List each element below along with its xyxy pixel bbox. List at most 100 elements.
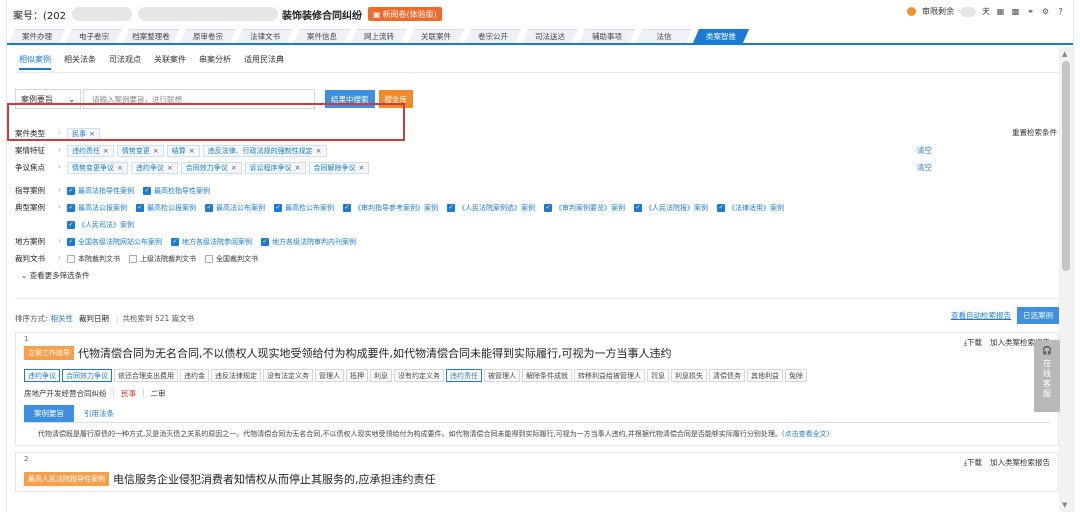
checkbox-option[interactable]: ✓ 最高检指导性案例 [143,186,210,196]
tab-original-dossier[interactable]: 原审卷宗 [180,29,236,43]
checkbox-option[interactable]: 本院裁判文书 [67,254,120,264]
filter-chip[interactable]: 结算 × [166,144,200,157]
checkbox-option[interactable]: ✓ 地方各级法院参阅案例 [171,237,252,247]
close-icon[interactable]: × [153,147,159,155]
close-icon[interactable]: × [167,164,173,172]
tab-case-summary[interactable]: 案例要旨 [24,405,74,422]
tag-item[interactable]: 违约金 [180,369,209,382]
close-icon[interactable]: × [295,164,301,172]
tab-judicial-delivery[interactable]: 司法送达 [522,29,578,43]
view-full-link[interactable]: (点击查看全文) [782,430,829,438]
filter-chip[interactable]: 合同解除争议 × [308,161,370,174]
checkbox-option[interactable]: ✓ 《审判指导参考案例》案例 [343,203,438,213]
clear-features-link[interactable]: 清空 [917,145,932,156]
close-icon[interactable]: × [117,164,123,172]
tab-auxiliary[interactable]: 辅助事项 [579,29,635,43]
close-icon[interactable]: × [231,164,237,172]
tab-related-cases[interactable]: 关联案件 [408,29,464,43]
tag-item[interactable]: 转移利益给被管理人 [574,369,645,382]
subtab-related-cases[interactable]: 关联案件 [154,54,186,65]
tag-item[interactable]: 免除 [785,369,807,382]
checkbox-option[interactable]: ✓ 《人民法院案例选》案例 [447,203,535,213]
tag-item[interactable]: 利息损失 [671,369,707,382]
checkbox-option[interactable]: ✓ 《法律适用》案例 [717,203,784,213]
tag-item[interactable]: 清偿债务 [709,369,745,382]
checkbox-option[interactable]: ✓ 地方各级法院审判内刊案例 [261,237,356,247]
filter-chip[interactable]: 情势变更 × [116,144,164,157]
filter-chip[interactable]: 违反法律、行政法规的强制性规定 × [202,144,327,157]
tag-item[interactable]: 没有法定义务 [263,369,313,382]
checkbox-option[interactable]: ✓ 最高法公报案例 [67,203,127,213]
checkbox-option[interactable]: ✓ 最高法指导性案例 [67,186,134,196]
tag-item[interactable]: 解除条件成就 [522,369,572,382]
filter-chip[interactable]: 诉讼程序争议 × [244,161,306,174]
subtab-civil-code[interactable]: 适用民法典 [244,54,284,65]
tag-item[interactable]: 合同效力争议 [62,369,112,382]
tag-item[interactable]: 其他利益 [747,369,783,382]
checkbox-option[interactable]: ✓ 全国各级法院网站公布案例 [67,237,162,247]
tag-item[interactable]: 依还合理支出费用 [114,369,178,382]
scroll-down-icon[interactable]: ▼ [1062,501,1067,509]
filter-chip[interactable]: 违约争议 × [130,161,178,174]
download-button[interactable]: ⤓下载 [964,337,982,348]
filter-chip[interactable]: 情势变更争议 × [67,161,128,174]
case-title-link[interactable]: 代物清偿合同为无名合同,不以债权人现实地受领给付为构成要件,如代物清偿合同未能得… [78,345,672,361]
checkbox-option[interactable]: 上级法院裁判文书 [129,254,196,264]
checkbox-option[interactable]: ✓ 《人民法院报》案例 [634,203,708,213]
close-icon[interactable]: × [189,147,195,155]
tab-legal-docs[interactable]: 法律文书 [237,29,293,43]
subtab-serial-analysis[interactable]: 串案分析 [199,54,231,65]
tag-item[interactable]: 抵押 [346,369,368,382]
sort-date[interactable]: 裁判日期 [79,313,109,324]
tab-case-handling[interactable]: 案件办理 [9,29,65,43]
checkbox-option[interactable]: 全国裁判文书 [205,254,258,264]
tab-similar-case-push[interactable]: 类案智推 [693,29,749,43]
tag-item[interactable]: 违反法律规定 [211,369,261,382]
online-service-button[interactable]: 🎧 在线客服 [1034,340,1060,412]
settings-icon[interactable]: ⚙ [1041,7,1050,16]
tab-archive[interactable]: 档案整理卷 [123,29,179,43]
filter-chip[interactable]: 合同效力争议 × [180,161,242,174]
tag-item[interactable]: 管理人 [315,369,344,382]
new-review-button[interactable]: ▣ 新阅卷(体验版) [368,7,442,21]
filter-chip[interactable]: 违约责任 × [67,144,114,157]
tag-item[interactable]: 罚息 [647,369,669,382]
download-button[interactable]: ⤓下载 [964,457,982,468]
selected-cases-button[interactable]: 已选案例 [1017,307,1059,324]
sort-relevance[interactable]: 相关性 [51,313,74,324]
scroll-thumb[interactable] [1062,61,1070,271]
tag-item[interactable]: 没有约定义务 [394,369,444,382]
add-to-report-button[interactable]: 加入类案检索报告 [990,457,1050,468]
tab-faxin[interactable]: 法信 [636,29,692,43]
scrollbar[interactable]: ▲ ▼ [1059,47,1073,512]
checkbox-option[interactable]: ✓ 最高法公布案例 [205,203,265,213]
auto-report-link[interactable]: 查看自动检索报告 [951,310,1011,321]
close-icon[interactable]: × [316,147,322,155]
tag-item[interactable]: 违约争议 [24,369,60,382]
case-title-link[interactable]: 电信服务企业侵犯消费者知情权从而停止其服务的,应承担违约责任 [113,471,436,487]
checkbox-option[interactable]: ✓ 《人民司法》案例 [67,220,134,230]
tab-e-dossier[interactable]: 电子卷宗 [66,29,122,43]
tag-item[interactable]: 违约责任 [446,369,482,382]
checkbox-option[interactable]: ✓ 最高检公布案例 [274,203,334,213]
scroll-up-icon[interactable]: ▲ [1062,50,1067,58]
tag-item[interactable]: 利息 [370,369,392,382]
subtab-similar-cases[interactable]: 相似案例 [19,54,51,70]
subtab-related-laws[interactable]: 相关法条 [64,54,96,65]
link-icon[interactable]: ⚭ [1026,7,1035,16]
tab-dossier-public[interactable]: 卷宗公开 [465,29,521,43]
tab-online-flow[interactable]: 网上流转 [351,29,407,43]
checkbox-option[interactable]: ✓ 最高检公报案例 [136,203,196,213]
more-filters-link[interactable]: ⌄ 查看更多筛选条件 [21,270,90,281]
grid-icon[interactable]: ▦ [996,7,1005,16]
close-icon[interactable]: × [103,147,109,155]
subtab-judicial-views[interactable]: 司法观点 [109,54,141,65]
clear-issues-link[interactable]: 清空 [917,162,932,173]
tab-case-info[interactable]: 案件信息 [294,29,350,43]
tag-item[interactable]: 被管理人 [484,369,520,382]
close-icon[interactable]: × [359,164,365,172]
help-icon[interactable]: ? [1056,7,1065,16]
tab-cited-laws[interactable]: 引用法条 [74,405,124,422]
apps-icon[interactable]: ▩ [1011,7,1020,16]
checkbox-option[interactable]: ✓ 《审判案例要览》案例 [544,203,625,213]
